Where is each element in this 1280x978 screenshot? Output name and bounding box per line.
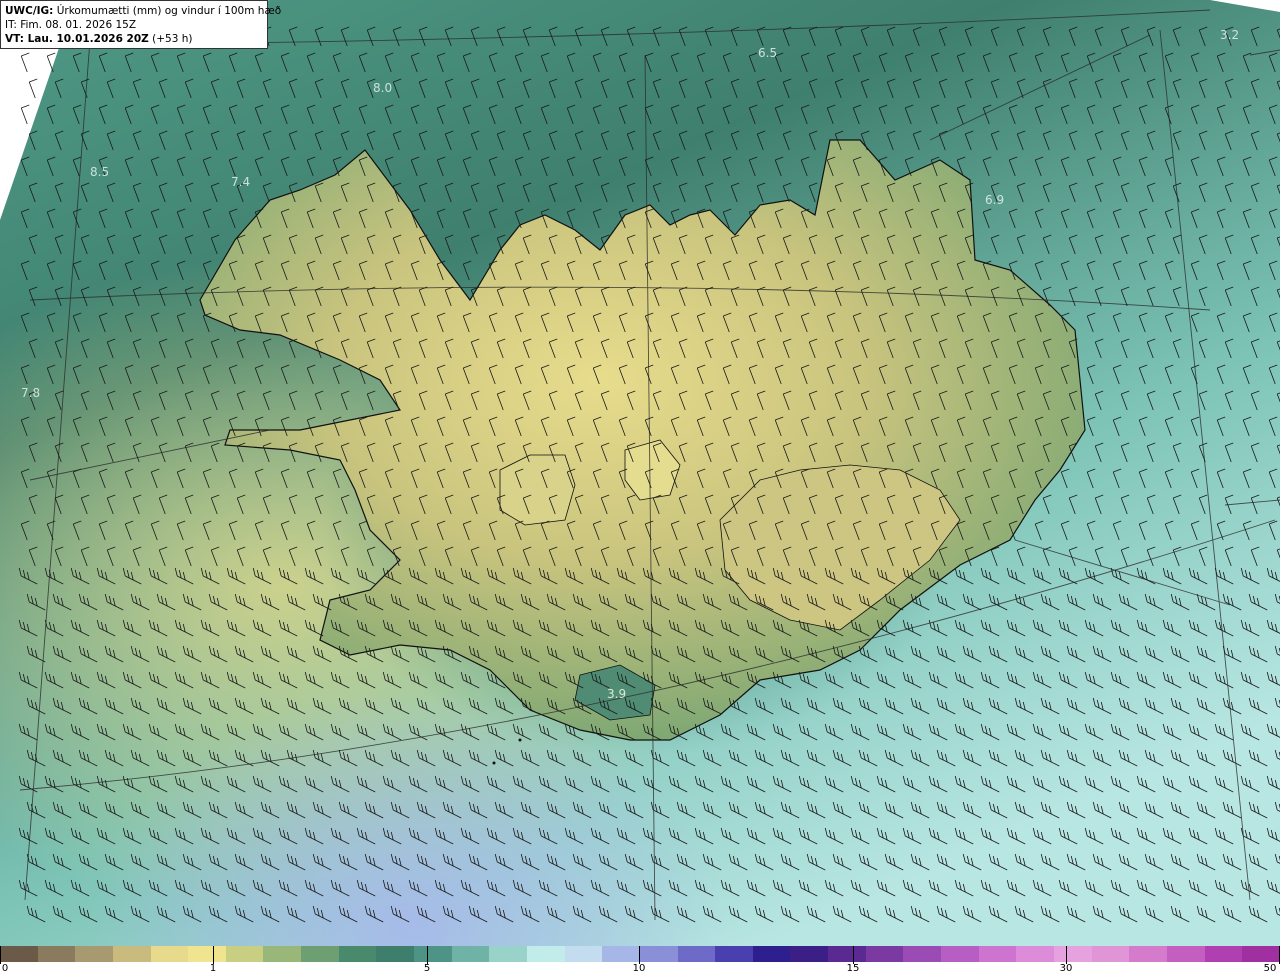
colorbar-segment — [752, 946, 791, 962]
island — [492, 761, 496, 765]
colorbar-segment — [903, 946, 942, 962]
colorbar-segment — [301, 946, 339, 962]
colorbar-segment — [0, 946, 38, 962]
colorbar-tick — [853, 946, 854, 964]
colorbar-segment — [1091, 946, 1130, 962]
colorbar-label: 10 — [632, 963, 646, 974]
colorbar-segment — [526, 946, 565, 962]
colorbar-segment — [1204, 946, 1243, 962]
colorbar-segment — [602, 946, 640, 962]
product-title: Úrkomumætti (mm) og vindur í 100m hæð — [56, 5, 282, 17]
colorbar-segment — [790, 946, 829, 962]
colorbar-segment — [451, 946, 490, 962]
colorbar-tick-labels: 0 1 5 10 15 30 50 — [0, 963, 1280, 978]
colorbar-tick — [639, 946, 640, 964]
product-title-line: UWC/IG: Úrkomumætti (mm) og vindur í 100… — [5, 4, 281, 18]
colorbar-label: 0 — [1, 963, 9, 974]
map-label: 3.2 — [1220, 28, 1239, 42]
colorbar-segment — [639, 946, 678, 962]
colorbar-tick — [427, 946, 428, 964]
precipitation-map[interactable]: 6.5 3.2 8.0 7.4 8.5 6.9 7.8 3.9 — [0, 0, 1280, 946]
colorbar-label: 5 — [423, 963, 431, 974]
colorbar-segment — [865, 946, 904, 962]
colorbar-label: 30 — [1059, 963, 1073, 974]
colorbar-segment — [1129, 946, 1167, 962]
precipitation-colorbar — [0, 946, 1280, 962]
valid-time: VT: Lau. 10.01.2026 20Z — [5, 33, 149, 45]
map-label: 8.0 — [373, 81, 392, 95]
colorbar-segment — [188, 946, 226, 962]
colorbar-tick — [213, 946, 214, 964]
map-label: 6.5 — [758, 46, 777, 60]
colorbar-segment — [1016, 946, 1054, 962]
colorbar-segment — [489, 946, 527, 962]
map-label: 3.9 — [607, 687, 626, 701]
colorbar-segment — [941, 946, 979, 962]
colorbar-segment — [414, 946, 452, 962]
colorbar-segment — [715, 946, 753, 962]
colorbar-segment — [376, 946, 415, 962]
map-label: 7.4 — [231, 175, 250, 189]
colorbar-segment — [338, 946, 377, 962]
forecast-info-box: UWC/IG: Úrkomumætti (mm) og vindur í 100… — [0, 0, 281, 49]
map-label: 7.8 — [21, 386, 40, 400]
map-label: 6.9 — [985, 193, 1004, 207]
colorbar-tick — [1066, 946, 1067, 964]
colorbar-segment — [1166, 946, 1205, 962]
colorbar-label: 15 — [846, 963, 860, 974]
map-area[interactable]: 6.5 3.2 8.0 7.4 8.5 6.9 7.8 3.9 — [0, 0, 1280, 946]
colorbar-segment — [677, 946, 716, 962]
colorbar-segment — [978, 946, 1017, 962]
colorbar-segment — [112, 946, 151, 962]
colorbar-segment — [263, 946, 302, 962]
island — [518, 738, 522, 742]
colorbar-segment — [1053, 946, 1092, 962]
colorbar-label: 50 — [1263, 963, 1277, 974]
colorbar-segment — [37, 946, 76, 962]
valid-time-line: VT: Lau. 10.01.2026 20Z (+53 h) — [5, 32, 263, 46]
map-label: 8.5 — [90, 165, 109, 179]
colorbar-tick — [0, 946, 1, 964]
colorbar-segment — [75, 946, 113, 962]
colorbar-segment — [225, 946, 264, 962]
colorbar-segment — [150, 946, 189, 962]
colorbar-segment — [828, 946, 866, 962]
product-code: UWC/IG: — [5, 5, 54, 17]
colorbar-segment — [564, 946, 603, 962]
colorbar-label: 1 — [209, 963, 217, 974]
glacier-langjokull — [499, 454, 576, 526]
init-time: IT: Fim. 08. 01. 2026 15Z — [5, 19, 137, 31]
forecast-offset: (+53 h) — [152, 33, 193, 45]
colorbar-segment — [1242, 946, 1280, 962]
